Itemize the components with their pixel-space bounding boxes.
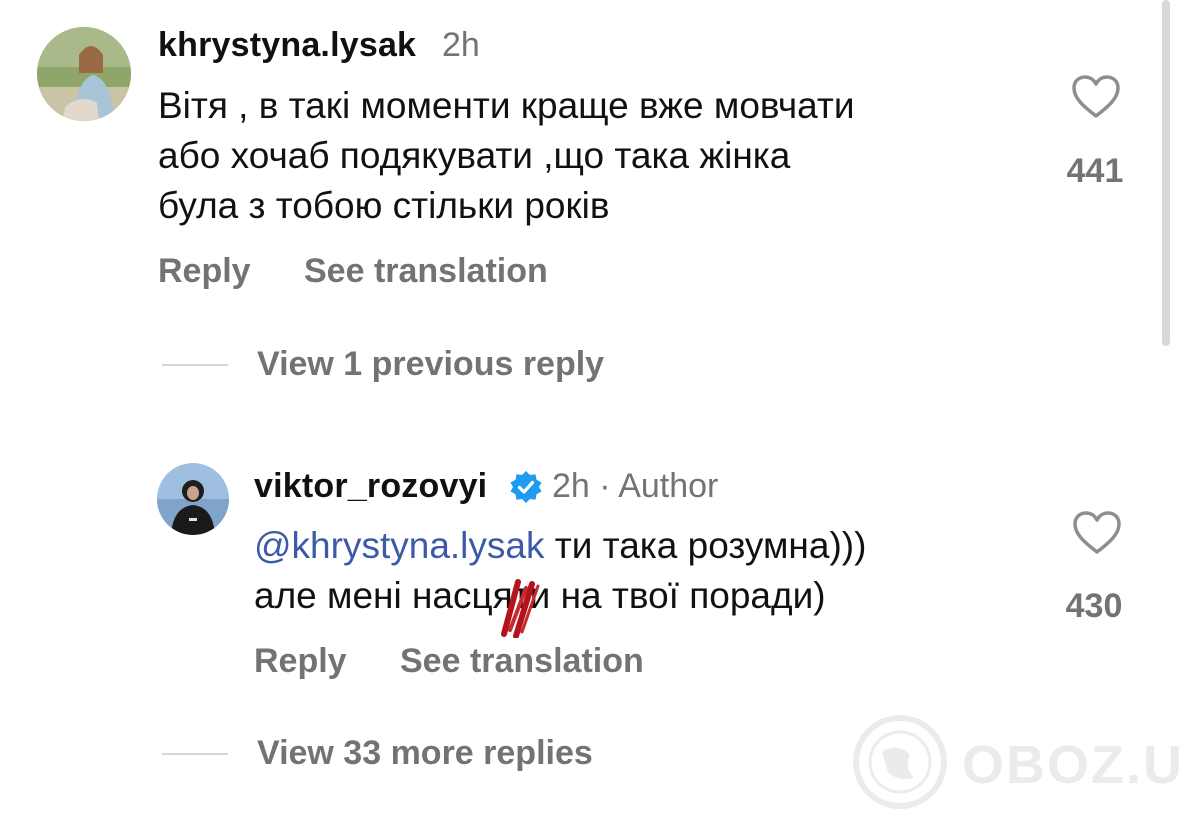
comment-line: ти така розумна))) [544, 525, 867, 566]
comment-timestamp: 2h · Author [552, 467, 718, 506]
verified-badge-icon [509, 470, 543, 509]
comment-line: була з тобою стільки років [158, 185, 610, 226]
see-translation-button[interactable]: See translation [400, 642, 644, 681]
view-more-replies-button[interactable]: View 33 more replies [257, 734, 593, 773]
like-count: 441 [1066, 152, 1124, 190]
comment-username[interactable]: viktor_rozovyi [254, 467, 487, 506]
comment-line: або хочаб подякувати ,що така жінка [158, 135, 791, 176]
view-previous-replies-button[interactable]: View 1 previous reply [257, 345, 604, 384]
timestamp-value: 2h [552, 467, 590, 505]
thread-divider-line [162, 753, 228, 755]
like-heart-icon[interactable] [1072, 510, 1122, 561]
watermark: OBOZ.UA [852, 712, 1179, 812]
comment-text: Вітя , в такі моменти краще вже мовчати … [158, 81, 855, 231]
meta-separator: · [599, 467, 611, 505]
see-translation-button[interactable]: See translation [304, 252, 548, 291]
comment-line: Вітя , в такі моменти краще вже мовчати [158, 85, 855, 126]
avatar-khrystyna[interactable] [37, 27, 131, 121]
globe-logo-icon [853, 715, 947, 809]
reply-button[interactable]: Reply [254, 642, 347, 681]
author-label: Author [618, 467, 719, 505]
comment-username[interactable]: khrystyna.lysak [158, 26, 416, 65]
avatar-viktor[interactable] [157, 463, 229, 535]
like-count: 430 [1065, 587, 1123, 625]
like-heart-icon[interactable] [1071, 74, 1121, 125]
reply-button[interactable]: Reply [158, 252, 251, 291]
thread-divider-line [162, 364, 228, 366]
comment-text: @khrystyna.lysak ти така розумна))) але … [254, 521, 866, 621]
watermark-text: OBOZ.UA [962, 735, 1179, 795]
profile-photo-woman-icon [37, 27, 131, 121]
scrollbar[interactable] [1162, 0, 1170, 346]
mention-link[interactable]: @khrystyna.lysak [254, 525, 544, 566]
redaction-scribble [496, 578, 546, 643]
profile-photo-man-icon [157, 463, 229, 535]
comment-timestamp: 2h [442, 26, 480, 64]
